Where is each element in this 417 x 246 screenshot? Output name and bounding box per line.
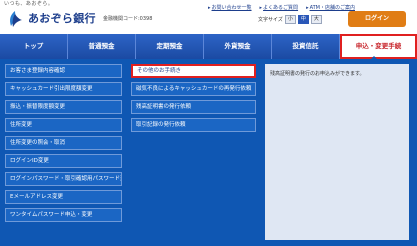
font-size-label: 文字サイズ — [258, 17, 283, 23]
arrow-icon: ▸ — [259, 5, 263, 11]
mega-menu: お客さま登録内容確認 キャッシュカード引出限度額変更 振込・振替限度額変更 住所… — [0, 59, 417, 246]
menu-description: 残高証明書の発行のお申込みができます。 — [270, 71, 365, 77]
menu-item-address-inquiry-cancel[interactable]: 住所変更の照会・取消 — [5, 136, 122, 150]
tab-savings[interactable]: 普通預金 — [68, 34, 136, 59]
header: いつも、あおぞら。 あおぞら銀行 金融機関コード:0398 ▸お問い合わせ一覧 … — [0, 0, 417, 34]
menu-item-login-id-change[interactable]: ログインID変更 — [5, 154, 122, 168]
link-atm-branches[interactable]: ▸ATM・店舗のご案内 — [306, 4, 355, 11]
menu-item-transaction-record[interactable]: 取引記録の発行依頼 — [131, 118, 256, 132]
menu-item-balance-certificate[interactable]: 残高証明書の発行依頼 — [131, 100, 256, 114]
menu-description-panel: 残高証明書の発行のお申込みができます。 — [265, 64, 409, 240]
menu-item-other-procedures[interactable]: その他のお手続き — [131, 64, 256, 78]
menu-column-2: その他のお手続き 磁気不良によるキャッシュカードの再発行依頼 残高証明書の発行依… — [131, 64, 256, 136]
menu-item-address-change[interactable]: 住所変更 — [5, 118, 122, 132]
link-faq[interactable]: ▸よくあるご質問 — [260, 4, 299, 11]
login-button[interactable]: ログイン — [348, 11, 406, 27]
main-nav: トップ 普通預金 定期預金 外貨預金 投資信託 申込・変更手続 — [0, 34, 417, 59]
tab-foreign-currency[interactable]: 外貨預金 — [204, 34, 272, 59]
menu-item-customer-info[interactable]: お客さま登録内容確認 — [5, 64, 122, 78]
menu-item-password-change[interactable]: ログインパスワード・取引確認用パスワード変更 — [5, 172, 122, 186]
menu-item-card-reissue[interactable]: 磁気不良によるキャッシュカードの再発行依頼 — [131, 82, 256, 96]
font-size-small-button[interactable]: 小 — [284, 15, 296, 24]
font-size-large-button[interactable]: 大 — [310, 15, 322, 24]
menu-item-transfer-limit[interactable]: 振込・振替限度額変更 — [5, 100, 122, 114]
font-size-selector: 文字サイズ 小 中 大 — [258, 15, 322, 24]
menu-item-card-withdrawal-limit[interactable]: キャッシュカード引出限度額変更 — [5, 82, 122, 96]
page: いつも、あおぞら。 あおぞら銀行 金融機関コード:0398 ▸お問い合わせ一覧 … — [0, 0, 417, 246]
tagline: いつも、あおぞら。 — [4, 1, 54, 7]
bank-code: 金融機関コード:0398 — [103, 16, 153, 22]
bank-logo-icon[interactable] — [6, 10, 24, 28]
menu-item-one-time-password[interactable]: ワンタイムパスワード申込・変更 — [5, 208, 122, 222]
bank-name[interactable]: あおぞら銀行 — [28, 10, 96, 26]
tab-applications-changes[interactable]: 申込・変更手続 — [340, 34, 417, 59]
menu-column-1: お客さま登録内容確認 キャッシュカード引出限度額変更 振込・振替限度額変更 住所… — [5, 64, 122, 226]
arrow-icon: ▸ — [306, 5, 309, 11]
tab-investment-trust[interactable]: 投資信託 — [272, 34, 340, 59]
tab-top[interactable]: トップ — [0, 34, 68, 59]
link-inquiries[interactable]: ▸お問い合わせ一覧 — [208, 4, 252, 11]
tab-time-deposit[interactable]: 定期預金 — [136, 34, 204, 59]
font-size-medium-button[interactable]: 中 — [297, 15, 309, 24]
menu-item-email-change[interactable]: Eメールアドレス変更 — [5, 190, 122, 204]
arrow-icon: ▸ — [208, 5, 211, 11]
top-links: ▸お問い合わせ一覧 ▸よくあるご質問 ▸ATM・店舗のご案内 — [208, 4, 355, 11]
